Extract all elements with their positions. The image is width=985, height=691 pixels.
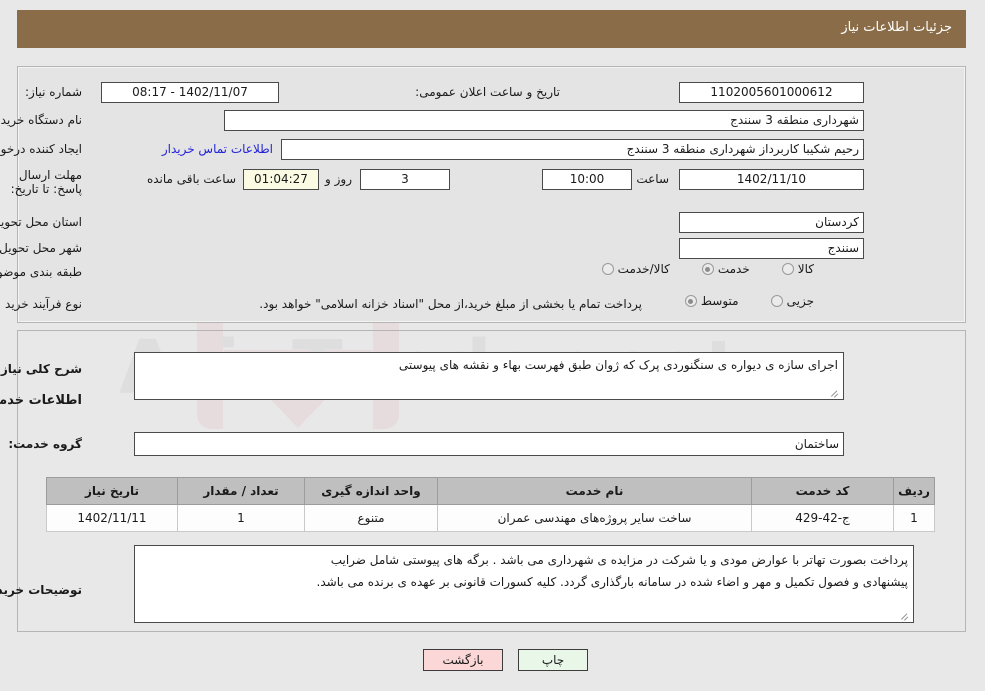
category-option-1[interactable]: خدمت xyxy=(702,262,751,276)
cell-need-date: 1402/11/11 xyxy=(47,504,179,532)
column-header-row-no: ردیف xyxy=(894,477,936,505)
buyer-contact-link[interactable]: اطلاعات تماس خریدار xyxy=(163,142,274,156)
remaining-days-label: روز و xyxy=(326,172,353,186)
requester-value: رحیم شکیبا کاربرداز شهرداری منطقه 3 سنند… xyxy=(282,139,865,160)
need-number-label: شماره نیاز: xyxy=(26,85,83,99)
cell-service-name: ساخت سایر پروژه‌های مهندسی عمران xyxy=(438,504,753,532)
page-title: جزئیات اطلاعات نیاز xyxy=(842,20,953,35)
city-value: سنندج xyxy=(680,238,865,259)
column-header-unit: واحد اندازه گیری xyxy=(305,477,439,505)
radio-button-icon[interactable] xyxy=(602,263,615,275)
remaining-timer-value: 01:04:27 xyxy=(244,169,320,190)
radio-button-icon[interactable] xyxy=(771,295,784,307)
cell-row-no: 1 xyxy=(894,504,936,532)
service-group-value: ساختمان xyxy=(135,432,845,456)
category-label: طبقه بندی موضوعی: xyxy=(0,265,83,279)
need-number-value: 1102005601000612 xyxy=(680,82,865,103)
payment-note: پرداخت تمام یا بخشی از مبلغ خرید،از محل … xyxy=(260,297,643,311)
table-row: 1 ج-42-429 ساخت سایر پروژه‌های مهندسی عم… xyxy=(47,504,936,532)
process-type-radio-group[interactable]: جزیی متوسط xyxy=(660,294,815,308)
process-type-option-label: متوسط xyxy=(701,294,740,308)
category-option-label: خدمت xyxy=(718,262,751,276)
radio-button-icon[interactable] xyxy=(685,295,698,307)
cell-quantity: 1 xyxy=(178,504,306,532)
buyer-org-label: نام دستگاه خریدار: xyxy=(0,113,83,127)
buyer-org-value: شهرداری منطقه 3 سنندج xyxy=(225,110,865,131)
category-radio-group[interactable]: کالا خدمت کالا/خدمت xyxy=(577,262,815,276)
print-button[interactable]: چاپ xyxy=(519,649,589,671)
process-type-option-0[interactable]: جزیی xyxy=(771,294,815,308)
cell-service-code: ج-42-429 xyxy=(752,504,895,532)
need-summary-panel xyxy=(18,66,967,323)
announce-datetime-label: تاریخ و ساعت اعلان عمومی: xyxy=(416,85,561,99)
category-option-0[interactable]: کالا xyxy=(782,262,815,276)
resize-grip-icon[interactable] xyxy=(832,389,841,398)
general-desc-label: شرح کلی نیاز: xyxy=(0,362,83,376)
radio-button-icon[interactable] xyxy=(782,263,795,275)
buyer-notes-textarea[interactable]: پرداخت بصورت تهاتر با عوارض مودی و یا شر… xyxy=(135,545,915,623)
column-header-service-code: کد خدمت xyxy=(752,477,895,505)
process-type-option-label: جزیی xyxy=(787,294,815,308)
deadline-date-value: 1402/11/10 xyxy=(680,169,865,190)
deadline-label: مهلت ارسال پاسخ: تا تاریخ: xyxy=(11,168,83,196)
back-button[interactable]: بازگشت xyxy=(424,649,504,671)
category-option-label: کالا/خدمت xyxy=(618,262,671,276)
service-group-label: گروه خدمت: xyxy=(9,437,83,451)
city-label: شهر محل تحویل: xyxy=(0,241,83,255)
page-header-bar: جزئیات اطلاعات نیاز xyxy=(18,10,967,48)
remaining-days-value: 3 xyxy=(361,169,451,190)
process-type-label: نوع فرآیند خرید : xyxy=(0,297,83,311)
deadline-hour-value: 10:00 xyxy=(543,169,633,190)
table-header-row: ردیف کد خدمت نام خدمت واحد اندازه گیری ت… xyxy=(47,477,936,505)
general-desc-textarea[interactable]: اجرای سازه ی دیواره ی سنگنوردی پرک که ژو… xyxy=(135,352,845,400)
services-table: ردیف کد خدمت نام خدمت واحد اندازه گیری ت… xyxy=(47,477,936,532)
resize-grip-icon[interactable] xyxy=(902,612,911,621)
services-heading: اطلاعات خدمات مورد نیاز xyxy=(0,393,83,408)
general-desc-value: اجرای سازه ی دیواره ی سنگنوردی پرک که ژو… xyxy=(399,358,839,372)
remaining-timer-label: ساعت باقی مانده xyxy=(147,172,237,186)
deadline-hour-label: ساعت xyxy=(637,172,670,186)
requester-label: ایجاد کننده درخواست: xyxy=(0,142,83,156)
category-option-label: کالا xyxy=(798,262,815,276)
buyer-notes-line1: پرداخت بصورت تهاتر با عوارض مودی و یا شر… xyxy=(331,553,909,567)
column-header-need-date: تاریخ نیاز xyxy=(47,477,179,505)
column-header-quantity: تعداد / مقدار xyxy=(178,477,306,505)
cell-unit: متنوع xyxy=(305,504,439,532)
buyer-notes-label: توضیحات خریدار: xyxy=(0,583,83,597)
radio-button-icon[interactable] xyxy=(702,263,715,275)
column-header-service-name: نام خدمت xyxy=(438,477,753,505)
category-option-2[interactable]: کالا/خدمت xyxy=(602,262,671,276)
buyer-notes-line2: پیشنهادی و فصول تکمیل و مهر و اضاء شده د… xyxy=(317,575,909,589)
process-type-option-1[interactable]: متوسط xyxy=(685,294,740,308)
province-value: کردستان xyxy=(680,212,865,233)
province-label: استان محل تحویل: xyxy=(0,215,83,229)
announce-datetime-value: 1402/11/07 - 08:17 xyxy=(102,82,280,103)
